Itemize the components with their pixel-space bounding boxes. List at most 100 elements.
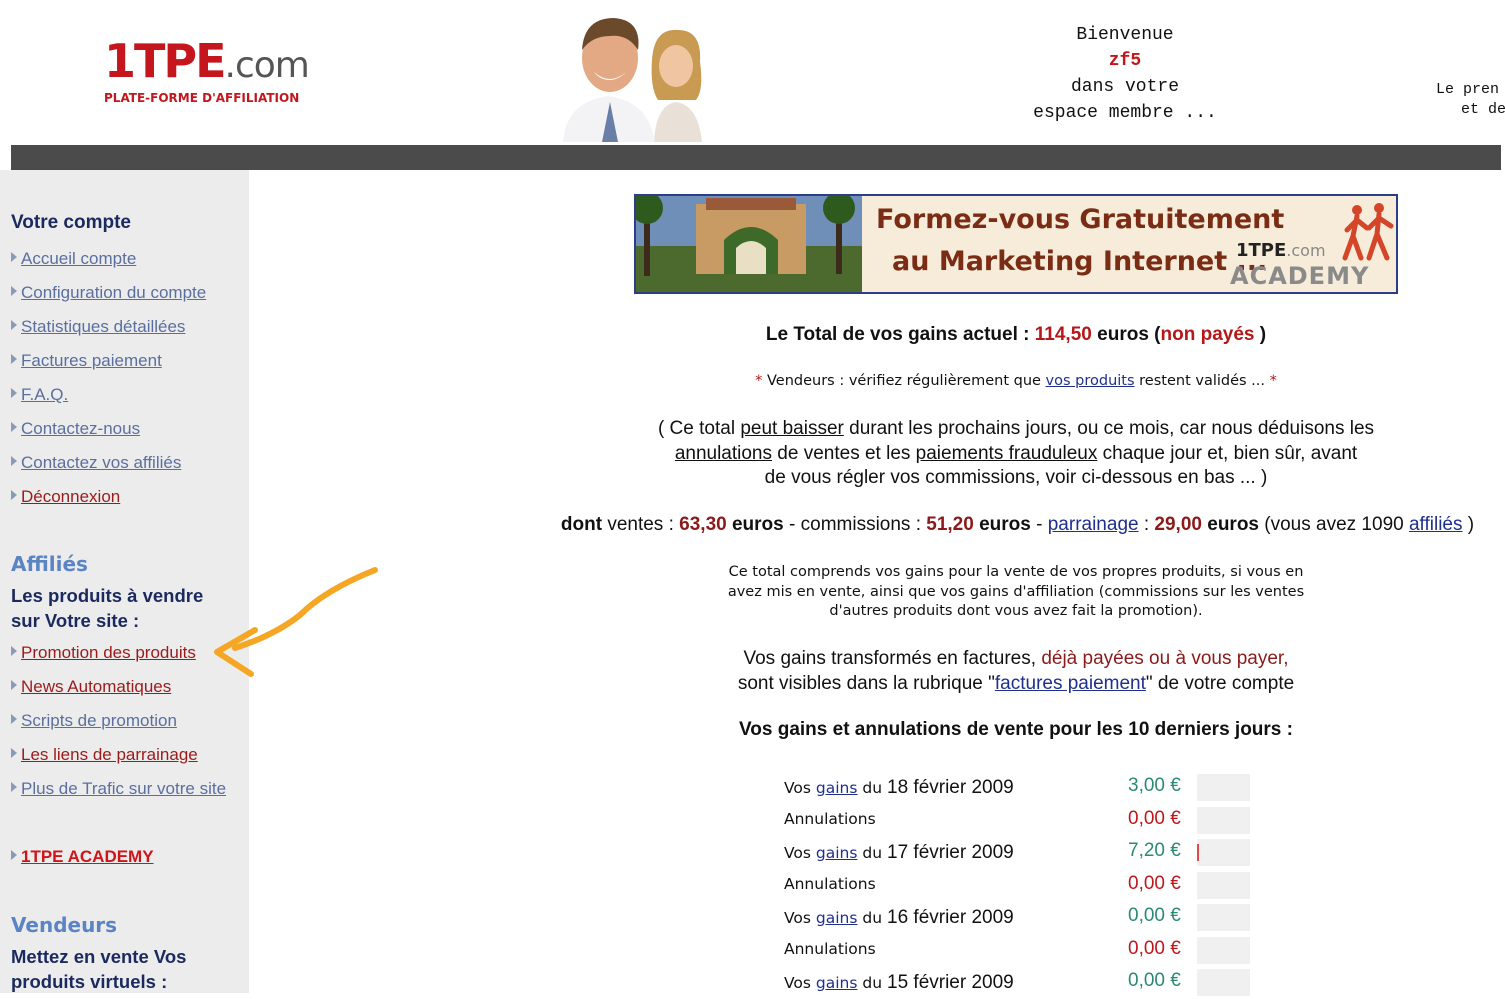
notice-star: * bbox=[755, 373, 763, 389]
row-label: Vos gains du 18 février 2009 bbox=[784, 777, 1014, 799]
sidebar-item-liens-parrainage[interactable]: Les liens de parrainage bbox=[11, 745, 198, 765]
top-bar-divider bbox=[11, 145, 1501, 170]
welcome-message: Bienvenue zf5 dans votre espace membre .… bbox=[1005, 22, 1245, 126]
welcome-line-4: espace membre ... bbox=[1033, 103, 1217, 123]
total-unit: euros ( bbox=[1097, 324, 1161, 345]
vos-produits-link[interactable]: vos produits bbox=[1046, 373, 1135, 389]
factures-paiement-link[interactable]: factures paiement bbox=[995, 673, 1146, 694]
banner-line-2: au Marketing Internet ... bbox=[892, 246, 1268, 277]
site-logo[interactable]: 1TPE.com PLATE-FORME D'AFFILIATION bbox=[104, 38, 334, 108]
sidebar-link[interactable]: Les liens de parrainage bbox=[21, 745, 198, 764]
factures-text: Vos gains transformés en factures, bbox=[743, 648, 1037, 669]
vendors-notice: * Vendeurs : vérifiez régulièrement que … bbox=[634, 373, 1398, 389]
sidebar-item-faq[interactable]: F.A.Q. bbox=[11, 385, 68, 405]
gains-link[interactable]: gains bbox=[816, 974, 858, 992]
building-photo-image bbox=[636, 196, 862, 292]
row-prefix: Vos bbox=[784, 779, 811, 797]
sidebar-link[interactable]: 1TPE ACADEMY bbox=[21, 847, 154, 866]
affilies-link[interactable]: affiliés bbox=[1409, 514, 1463, 535]
bullet-arrow-icon bbox=[11, 714, 17, 724]
bullet-arrow-icon bbox=[11, 680, 17, 690]
factures-info: Vos gains transformés en factures, déjà … bbox=[634, 647, 1398, 696]
row-mid: du bbox=[862, 974, 883, 992]
gains-table-title: Vos gains et annulations de vente pour l… bbox=[739, 719, 1293, 740]
table-row: Vos gains du 18 février 2009 3,00 € bbox=[784, 772, 1264, 804]
sidebar-item-statistiques[interactable]: Statistiques détaillées bbox=[11, 317, 185, 337]
sidebar-item-scripts-promotion[interactable]: Scripts de promotion bbox=[11, 711, 177, 731]
euros-unit: euros bbox=[979, 514, 1031, 535]
factures-text: " de votre compte bbox=[1145, 672, 1295, 694]
sidebar-item-promotion-produits[interactable]: Promotion des produits bbox=[11, 643, 196, 663]
table-row: Vos gains du 17 février 2009 7,20 € bbox=[784, 837, 1264, 869]
header-people-image bbox=[558, 10, 723, 142]
total-close: ) bbox=[1259, 324, 1267, 345]
academy-banner[interactable]: Formez-vous Gratuitement au Marketing In… bbox=[634, 194, 1398, 294]
row-date: 16 février 2009 bbox=[887, 907, 1014, 928]
sidebar-link[interactable]: Configuration du compte bbox=[21, 283, 206, 302]
affiliates-section-title: Affiliés bbox=[11, 552, 88, 576]
sidebar-item-plus-de-trafic[interactable]: Plus de Trafic sur votre site bbox=[11, 779, 226, 799]
sidebar-link[interactable]: F.A.Q. bbox=[21, 385, 68, 404]
vendors-section-title: Vendeurs bbox=[11, 913, 118, 937]
total-status: non payés bbox=[1160, 324, 1255, 345]
sidebar-item-contactez-nous[interactable]: Contactez-nous bbox=[11, 419, 140, 439]
bullet-arrow-icon bbox=[11, 490, 17, 500]
bullet-arrow-icon bbox=[11, 320, 17, 330]
sidebar-link[interactable]: Contactez-nous bbox=[21, 419, 140, 438]
gains-breakdown: dont ventes : 63,30 euros - commissions … bbox=[560, 514, 1475, 535]
total-value: 114,50 bbox=[1034, 324, 1092, 345]
tagline-line-1: Le pren bbox=[1436, 81, 1500, 98]
row-bar bbox=[1197, 844, 1199, 861]
factures-status: déjà payées ou à vous payer, bbox=[1041, 648, 1289, 669]
bullet-arrow-icon bbox=[11, 646, 17, 656]
sidebar-link[interactable]: Factures paiement bbox=[21, 351, 162, 370]
row-amount: 0,00 € bbox=[1128, 873, 1181, 894]
vendors-subtitle-line-2: produits virtuels : bbox=[11, 971, 168, 992]
expl-text: ( Ce total bbox=[657, 418, 736, 439]
table-row: Vos gains du 15 février 2009 0,00 € bbox=[784, 967, 1264, 999]
header: 1TPE.com PLATE-FORME D'AFFILIATION Bienv… bbox=[0, 0, 1505, 145]
gains-link[interactable]: gains bbox=[816, 844, 858, 862]
sidebar-item-factures[interactable]: Factures paiement bbox=[11, 351, 162, 371]
expl-emphasis: peut baisser bbox=[740, 418, 844, 439]
sidebar-link[interactable]: Plus de Trafic sur votre site bbox=[21, 779, 226, 798]
sidebar-item-configuration[interactable]: Configuration du compte bbox=[11, 283, 206, 303]
commissions-label: - commissions : bbox=[789, 514, 921, 535]
factures-text: sont visibles dans la rubrique " bbox=[737, 672, 995, 694]
row-mid: du bbox=[862, 779, 883, 797]
vendors-subtitle-line-1: Mettez en vente Vos bbox=[11, 946, 187, 967]
sidebar-item-news-automatiques[interactable]: News Automatiques bbox=[11, 677, 171, 697]
sidebar-item-deconnexion[interactable]: Déconnexion bbox=[11, 487, 120, 507]
row-bar-box bbox=[1197, 872, 1250, 899]
bullet-arrow-icon bbox=[11, 456, 17, 466]
bullet-arrow-icon bbox=[11, 782, 17, 792]
ventes-label: ventes : bbox=[607, 514, 674, 535]
sidebar-link[interactable]: Promotion des produits bbox=[21, 643, 196, 662]
sidebar-item-accueil-compte[interactable]: Accueil compte bbox=[11, 249, 136, 269]
vendors-subtitle: Mettez en vente Vos produits virtuels : bbox=[11, 944, 186, 994]
gains-link[interactable]: gains bbox=[816, 779, 858, 797]
notice-text: Vendeurs : vérifiez régulièrement que bbox=[766, 373, 1041, 389]
table-row: Annulations 0,00 € bbox=[784, 935, 1264, 967]
row-prefix: Annulations bbox=[784, 940, 876, 958]
sidebar-item-contactez-affilies[interactable]: Contactez vos affiliés bbox=[11, 453, 181, 473]
row-amount: 0,00 € bbox=[1128, 905, 1181, 926]
banner-academy: ACADEMY bbox=[1230, 262, 1370, 290]
notice-star: * bbox=[1269, 373, 1277, 389]
bullet-arrow-icon bbox=[11, 388, 17, 398]
bullet-arrow-icon bbox=[11, 748, 17, 758]
sidebar-link[interactable]: News Automatiques bbox=[21, 677, 171, 696]
sidebar-link[interactable]: Statistiques détaillées bbox=[21, 317, 185, 336]
gains-link[interactable]: gains bbox=[816, 909, 858, 927]
row-prefix: Vos bbox=[784, 909, 811, 927]
parrainage-link[interactable]: parrainage bbox=[1048, 514, 1139, 535]
sidebar-link[interactable]: Contactez vos affiliés bbox=[21, 453, 181, 472]
parrainage-value: 29,00 bbox=[1154, 514, 1202, 535]
sidebar-link[interactable]: Accueil compte bbox=[21, 249, 136, 268]
factures-line-2: sont visibles dans la rubrique "factures… bbox=[634, 672, 1398, 697]
sidebar-link[interactable]: Scripts de promotion bbox=[21, 711, 177, 730]
sidebar-item-academy[interactable]: 1TPE ACADEMY bbox=[11, 847, 154, 867]
sidebar-link[interactable]: Déconnexion bbox=[21, 487, 120, 506]
row-label: Vos gains du 15 février 2009 bbox=[784, 972, 1014, 994]
euros-unit: euros bbox=[731, 514, 784, 535]
